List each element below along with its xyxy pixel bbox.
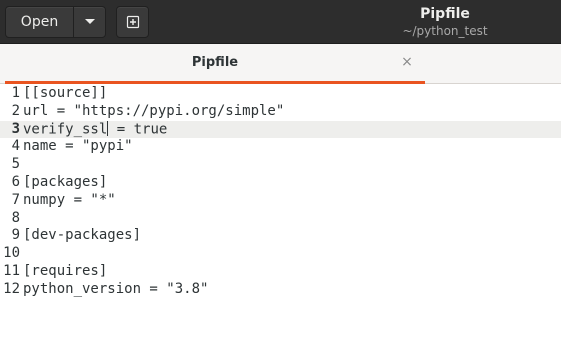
- line-number: 9: [11, 227, 20, 244]
- close-icon[interactable]: ×: [399, 54, 415, 70]
- line-number: 10: [3, 245, 20, 262]
- code-line: 11 [requires]: [0, 263, 561, 281]
- line-number: 2: [11, 102, 20, 119]
- line-text[interactable]: python_version = "3.8": [23, 281, 208, 299]
- open-button[interactable]: Open: [5, 6, 74, 38]
- document-path: ~/python_test: [402, 24, 488, 38]
- code-line: 6 [packages]: [0, 174, 561, 192]
- line-text[interactable]: [requires]: [23, 263, 107, 281]
- line-text[interactable]: name = "pypi": [23, 138, 133, 156]
- line-text[interactable]: url = "https://pypi.org/simple": [23, 103, 284, 121]
- line-text[interactable]: numpy = "*": [23, 192, 116, 210]
- header-bar: Open Pipfile ~/python_test: [0, 0, 561, 44]
- line-number: 11: [3, 262, 20, 279]
- code-line: 2 url = "https://pypi.org/simple": [0, 103, 561, 121]
- open-button-label: Open: [20, 14, 59, 30]
- line-text[interactable]: [packages]: [23, 174, 107, 192]
- line-number: 3: [11, 120, 20, 137]
- tab-bar: Pipfile ×: [0, 44, 561, 84]
- code-line: 1 [[source]]: [0, 85, 561, 103]
- code-line: 12 python_version = "3.8": [0, 281, 561, 299]
- code-line: 9 [dev-packages]: [0, 227, 561, 245]
- tab-label: Pipfile: [191, 55, 239, 70]
- tab-pipfile[interactable]: Pipfile ×: [5, 44, 425, 84]
- line-number: 1: [11, 85, 20, 101]
- line-number: 8: [11, 209, 20, 226]
- code-line: 5: [0, 156, 561, 174]
- line-number: 7: [11, 191, 20, 208]
- line-number: 12: [3, 280, 20, 297]
- window-title: Pipfile ~/python_test: [340, 5, 550, 39]
- new-tab-button[interactable]: [116, 6, 149, 38]
- line-number: 4: [11, 138, 20, 155]
- line-text-before-caret: verify_ssl: [23, 121, 108, 138]
- code-line: 10: [0, 245, 561, 263]
- document-title: Pipfile: [420, 6, 470, 22]
- open-menu-button[interactable]: [73, 6, 106, 38]
- code-line: 4 name = "pypi": [0, 138, 561, 156]
- code-line: 7 numpy = "*": [0, 192, 561, 210]
- line-number: 6: [11, 173, 20, 190]
- line-text[interactable]: [dev-packages]: [23, 227, 141, 245]
- new-document-icon: [126, 15, 139, 29]
- code-line: 8: [0, 210, 561, 228]
- line-text[interactable]: [[source]]: [23, 85, 107, 103]
- line-number: 5: [11, 156, 20, 173]
- current-code-line: 3 verify_ssl = true: [0, 120, 561, 139]
- text-editor[interactable]: 1 [[source]] 2 url = "https://pypi.org/s…: [0, 85, 561, 304]
- chevron-down-icon: [84, 19, 95, 24]
- line-text[interactable]: verify_ssl = true: [23, 120, 168, 139]
- active-tab-indicator: [5, 81, 425, 84]
- line-text-after-caret: = true: [108, 121, 168, 138]
